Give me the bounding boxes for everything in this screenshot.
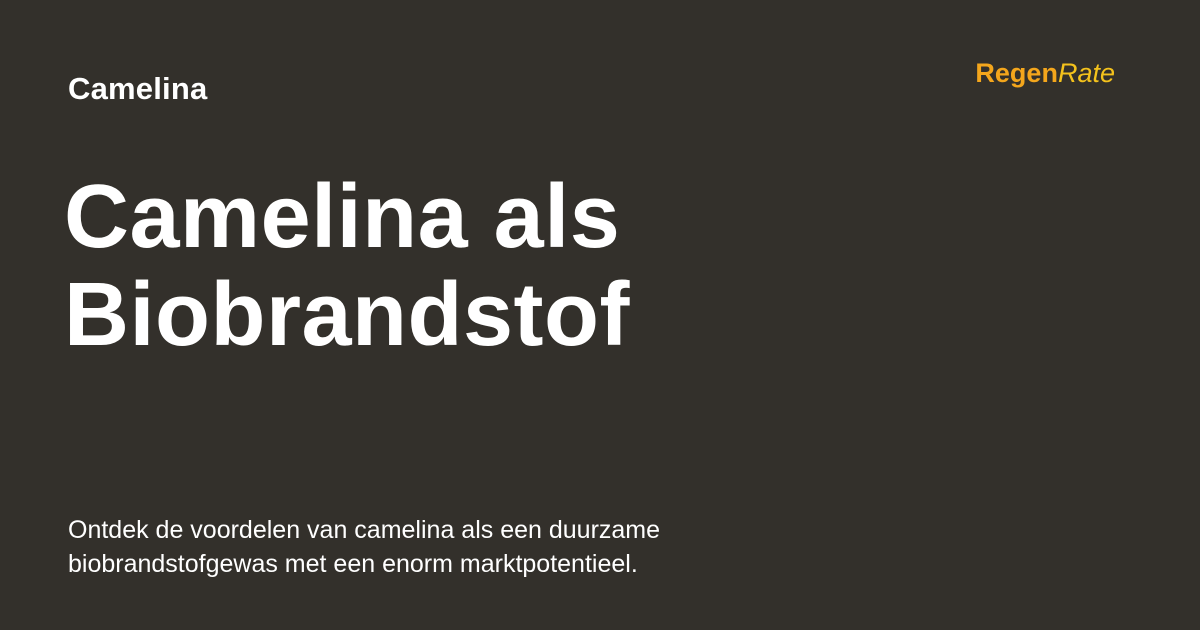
- social-share-card: Camelina RegenRate Camelina als Biobrand…: [0, 0, 1200, 630]
- page-title-line-2: Biobrandstof: [64, 265, 630, 365]
- category-label: Camelina: [68, 71, 208, 106]
- page-description-line-1: Ontdek de voordelen van camelina als een…: [68, 516, 661, 544]
- page-description: Ontdek de voordelen van camelina als een…: [68, 513, 788, 581]
- brand-logo: RegenRate: [975, 56, 1115, 90]
- page-title: Camelina als Biobrandstof: [64, 168, 1064, 364]
- brand-logo-rate: Rate: [1057, 58, 1115, 88]
- brand-logo-regen: Regen: [975, 58, 1058, 88]
- page-title-line-1: Camelina als: [64, 167, 621, 267]
- page-description-line-2: biobrandstofgewas met een enorm marktpot…: [68, 550, 638, 578]
